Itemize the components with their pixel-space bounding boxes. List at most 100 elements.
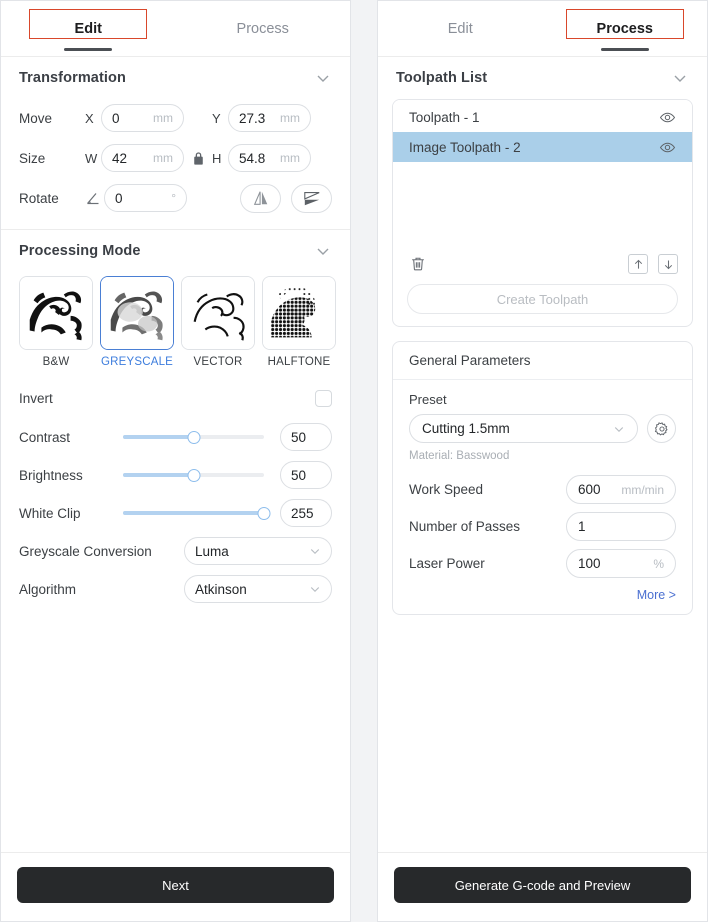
- rotate-input[interactable]: 0 °: [104, 184, 187, 212]
- tab-process-label: Process: [236, 20, 289, 37]
- create-toolpath-button[interactable]: Create Toolpath: [407, 284, 678, 314]
- list-item[interactable]: Image Toolpath - 2: [393, 132, 692, 162]
- white-clip-row: White Clip 255: [1, 494, 350, 532]
- move-y-input[interactable]: 27.3 mm: [228, 104, 311, 132]
- toolpath-list: Toolpath - 1 Image Toolpath - 2: [393, 100, 692, 244]
- material-note: Material: Basswood: [409, 450, 510, 462]
- work-speed-row: Work Speed 600 mm/min: [409, 471, 676, 508]
- contrast-slider-knob[interactable]: [187, 430, 200, 444]
- chevron-down-icon: [613, 423, 625, 435]
- size-width-input[interactable]: 42 mm: [101, 144, 184, 172]
- laser-power-input[interactable]: 100 %: [566, 549, 676, 578]
- tab-active-underline: [64, 47, 113, 51]
- toolpath-list-card: Toolpath - 1 Image Toolpath - 2 Create T…: [392, 99, 693, 327]
- angle-icon: [87, 193, 99, 205]
- brightness-value-input[interactable]: 50: [280, 461, 332, 489]
- mode-thumbnail-halftone[interactable]: [262, 276, 336, 350]
- laser-power-label: Laser Power: [409, 556, 485, 571]
- mode-label-greyscale: GREYSCALE: [100, 356, 174, 368]
- mode-option-vector[interactable]: VECTOR: [181, 276, 255, 368]
- tab-process[interactable]: Process: [176, 1, 351, 57]
- general-parameters-title: General Parameters: [393, 342, 692, 380]
- move-up-button[interactable]: [628, 254, 648, 274]
- toolpath-list-title: Toolpath List: [396, 70, 488, 86]
- trash-icon[interactable]: [407, 253, 429, 275]
- more-link[interactable]: More >: [409, 588, 676, 602]
- artwork-preview-greyscale: [101, 277, 173, 349]
- size-row: Size W 42 mm H 54.8 mm: [19, 139, 332, 177]
- preset-value: Cutting 1.5mm: [422, 421, 510, 436]
- tab-process[interactable]: Process: [543, 1, 708, 57]
- chevron-down-icon: [309, 545, 321, 557]
- toolpath-item-label: Toolpath - 1: [409, 109, 480, 125]
- mirror-vertical-button[interactable]: [240, 183, 281, 213]
- move-x-input[interactable]: 0 mm: [101, 104, 184, 132]
- mode-thumbnail-greyscale[interactable]: [100, 276, 174, 350]
- chevron-down-icon[interactable]: [314, 69, 332, 87]
- number-of-passes-label: Number of Passes: [409, 519, 521, 534]
- left-tabbar: Edit Process: [1, 1, 350, 57]
- chevron-down-icon: [309, 583, 321, 595]
- brightness-slider[interactable]: [123, 467, 264, 483]
- toolpath-list-toolbar: [393, 244, 692, 284]
- number-of-passes-value: 1: [578, 519, 586, 534]
- mode-option-halftone[interactable]: HALFTONE: [262, 276, 336, 368]
- preset-settings-button[interactable]: [647, 414, 676, 443]
- white-clip-slider[interactable]: [123, 505, 271, 521]
- general-parameters-card: General Parameters Preset Cutting 1.5mm: [392, 341, 693, 615]
- aspect-lock-toggle[interactable]: [184, 151, 212, 166]
- brightness-label: Brightness: [19, 467, 83, 483]
- app-root: Edit Process Transformation Move X 0 mm: [0, 0, 708, 922]
- chevron-down-icon[interactable]: [314, 242, 332, 260]
- mode-label-halftone: HALFTONE: [267, 356, 331, 368]
- artwork-preview-vector: [182, 277, 254, 349]
- white-clip-value-input[interactable]: 255: [280, 499, 332, 527]
- number-of-passes-input[interactable]: 1: [566, 512, 676, 541]
- tab-edit[interactable]: Edit: [378, 1, 543, 57]
- work-speed-label: Work Speed: [409, 482, 484, 497]
- mode-option-greyscale[interactable]: GREYSCALE: [100, 276, 174, 368]
- size-height-input[interactable]: 54.8 mm: [228, 144, 311, 172]
- chevron-down-icon[interactable]: [671, 69, 689, 87]
- tab-edit[interactable]: Edit: [1, 1, 176, 57]
- contrast-value-input[interactable]: 50: [280, 423, 332, 451]
- invert-checkbox[interactable]: [315, 389, 332, 407]
- white-clip-label: White Clip: [19, 505, 81, 521]
- contrast-slider[interactable]: [123, 429, 264, 445]
- generate-gcode-button[interactable]: Generate G-code and Preview: [394, 867, 691, 903]
- mirror-horizontal-button[interactable]: [291, 183, 332, 213]
- toolpath-item-label: Image Toolpath - 2: [409, 139, 521, 155]
- right-bottom-bar: Generate G-code and Preview: [378, 852, 707, 921]
- tab-process-label: Process: [596, 20, 653, 37]
- mirror-buttons: [240, 183, 332, 213]
- preset-select[interactable]: Cutting 1.5mm: [409, 414, 638, 443]
- move-y-value: 27.3: [239, 110, 266, 126]
- size-width-unit: mm: [153, 151, 173, 165]
- tab-active-underline: [600, 47, 649, 51]
- move-down-button[interactable]: [658, 254, 678, 274]
- tab-edit-label: Edit: [447, 20, 473, 37]
- processing-mode-section-header: Processing Mode: [1, 230, 350, 272]
- transformation-title: Transformation: [19, 70, 126, 86]
- rotate-unit: °: [171, 191, 176, 205]
- eye-icon[interactable]: [659, 109, 676, 126]
- white-clip-slider-knob[interactable]: [257, 506, 271, 520]
- algorithm-value: Atkinson: [195, 581, 247, 597]
- greyscale-conversion-select[interactable]: Luma: [184, 537, 332, 565]
- greyscale-conversion-value: Luma: [195, 543, 229, 559]
- next-button[interactable]: Next: [17, 867, 334, 903]
- size-height-value: 54.8: [239, 150, 266, 166]
- work-speed-input[interactable]: 600 mm/min: [566, 475, 676, 504]
- mode-thumbnail-bw[interactable]: [19, 276, 93, 350]
- mode-thumbnail-vector[interactable]: [181, 276, 255, 350]
- algorithm-select[interactable]: Atkinson: [184, 575, 332, 603]
- mirror-vertical-icon: [253, 191, 267, 205]
- arrow-up-icon: [634, 259, 642, 269]
- mode-option-bw[interactable]: B&W: [19, 276, 93, 368]
- preset-line: Cutting 1.5mm: [409, 414, 676, 443]
- list-item[interactable]: Toolpath - 1: [393, 102, 692, 132]
- transformation-section-header: Transformation: [1, 57, 350, 99]
- eye-icon[interactable]: [659, 139, 676, 156]
- brightness-slider-knob[interactable]: [187, 468, 200, 482]
- mode-label-bw: B&W: [42, 356, 70, 368]
